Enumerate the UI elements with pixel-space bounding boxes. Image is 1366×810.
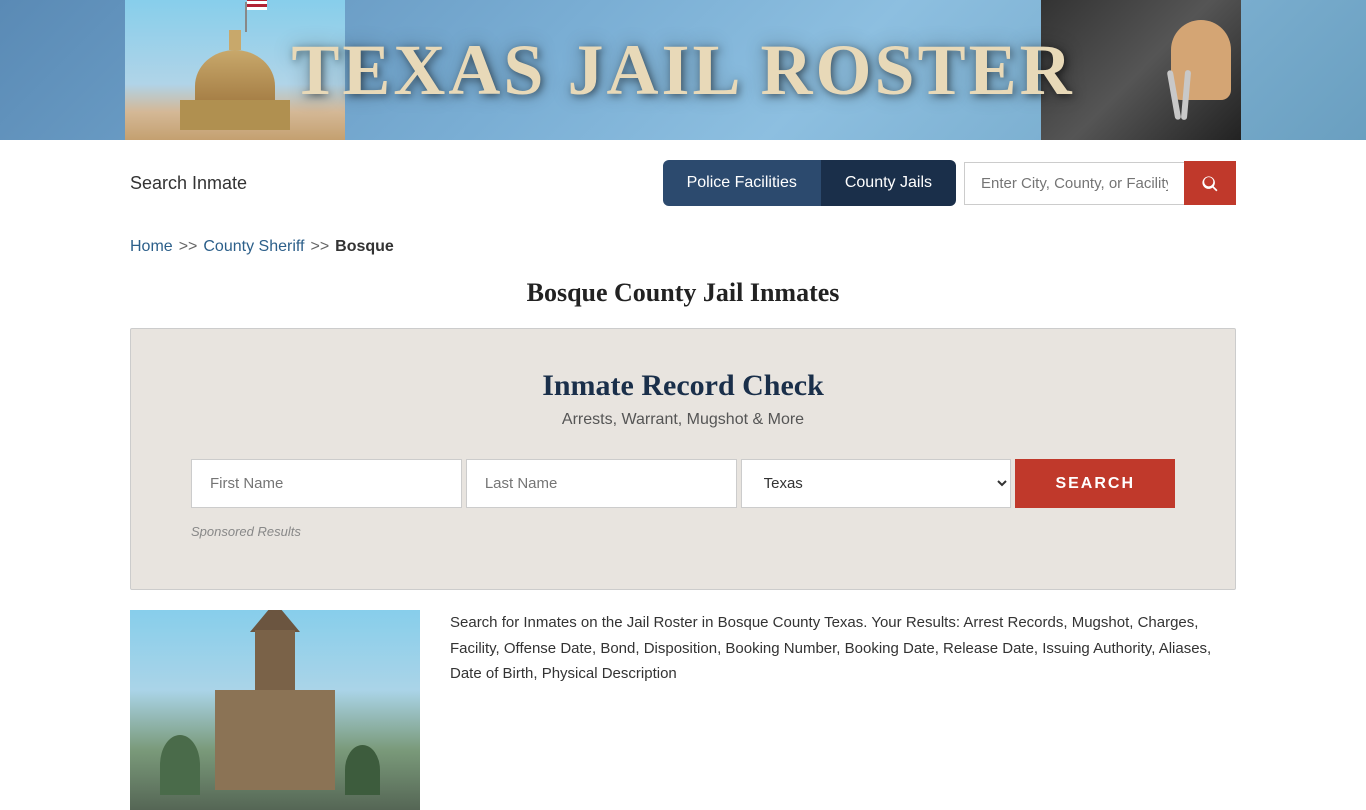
search-icon bbox=[1200, 173, 1220, 193]
page-title: Bosque County Jail Inmates bbox=[0, 278, 1366, 308]
page-title-section: Bosque County Jail Inmates bbox=[0, 268, 1366, 328]
inmate-search-button[interactable]: SEARCH bbox=[1015, 459, 1175, 508]
breadcrumb-county-sheriff[interactable]: County Sheriff bbox=[203, 238, 304, 256]
bottom-description: Search for Inmates on the Jail Roster in… bbox=[450, 610, 1236, 687]
bottom-section: Search for Inmates on the Jail Roster in… bbox=[130, 610, 1236, 810]
record-check-subtitle: Arrests, Warrant, Mugshot & More bbox=[191, 411, 1175, 429]
search-form-row: AlabamaAlaskaArizonaArkansasCaliforniaCo… bbox=[191, 459, 1175, 508]
facility-search-group bbox=[964, 161, 1236, 205]
breadcrumb: Home >> County Sheriff >> Bosque bbox=[0, 226, 1366, 268]
site-title: Texas Jail Roster bbox=[291, 29, 1074, 112]
breadcrumb-separator-2: >> bbox=[310, 238, 329, 256]
inmate-record-box: Inmate Record Check Arrests, Warrant, Mu… bbox=[130, 328, 1236, 590]
nav-right: Police Facilities County Jails bbox=[663, 160, 1236, 206]
last-name-input[interactable] bbox=[466, 459, 737, 508]
facility-search-input[interactable] bbox=[964, 162, 1184, 205]
police-facilities-button[interactable]: Police Facilities bbox=[663, 160, 821, 206]
breadcrumb-home[interactable]: Home bbox=[130, 238, 173, 256]
jail-building-image bbox=[130, 610, 420, 810]
breadcrumb-current: Bosque bbox=[335, 238, 394, 256]
first-name-input[interactable] bbox=[191, 459, 462, 508]
county-jails-button[interactable]: County Jails bbox=[821, 160, 956, 206]
state-select[interactable]: AlabamaAlaskaArizonaArkansasCaliforniaCo… bbox=[741, 459, 1012, 508]
sponsored-results-label: Sponsored Results bbox=[191, 524, 1175, 539]
header-banner: Texas Jail Roster bbox=[0, 0, 1366, 140]
facility-search-button[interactable] bbox=[1184, 161, 1236, 205]
nav-bar: Search Inmate Police Facilities County J… bbox=[0, 140, 1366, 226]
search-inmate-label: Search Inmate bbox=[130, 173, 247, 194]
breadcrumb-separator-1: >> bbox=[179, 238, 198, 256]
record-check-title: Inmate Record Check bbox=[191, 369, 1175, 403]
